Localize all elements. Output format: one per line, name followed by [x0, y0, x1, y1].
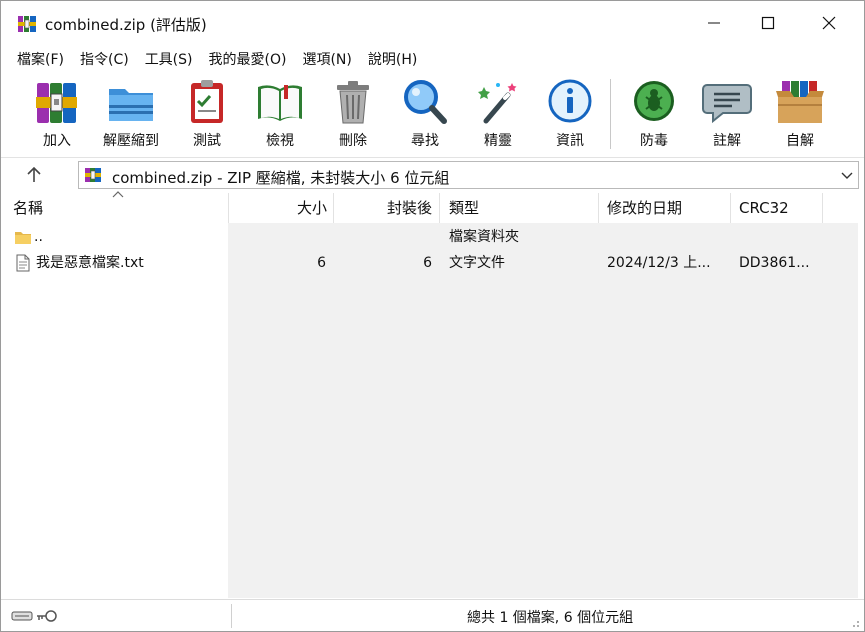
close-button[interactable]	[806, 1, 852, 45]
column-header-size[interactable]: 大小	[233, 193, 327, 223]
sfx-box-icon	[776, 81, 824, 123]
extract-to-label: 解壓縮到	[103, 133, 159, 149]
close-icon	[822, 16, 836, 30]
column-divider[interactable]	[228, 193, 229, 223]
file-name: ..	[34, 229, 43, 245]
comment-label: 註解	[713, 133, 741, 149]
name-column-background	[6, 223, 228, 598]
test-label: 測試	[193, 133, 221, 149]
text-file-icon	[16, 254, 30, 272]
minimize-button[interactable]	[691, 1, 737, 45]
view-label: 檢視	[266, 133, 294, 149]
resize-grip-icon[interactable]	[848, 616, 860, 628]
arrow-up-icon	[27, 166, 41, 182]
virus-scan-icon	[634, 81, 674, 121]
test-icon	[191, 80, 223, 123]
column-header-crc32[interactable]: CRC32	[739, 193, 789, 223]
folder-icon	[15, 232, 31, 244]
find-button[interactable]: 尋找	[389, 77, 461, 153]
status-bar: 總共 1 個檔案, 6 個位元組	[1, 599, 864, 631]
menu-commands[interactable]: 指令(C)	[72, 49, 137, 69]
file-modified: 2024/12/3 上...	[607, 255, 711, 271]
up-folder-button[interactable]	[21, 164, 47, 186]
address-row: combined.zip - ZIP 壓縮檔, 未封裝大小 6 位元組	[1, 157, 864, 191]
column-header-modified[interactable]: 修改的日期	[607, 193, 682, 223]
title-bar: combined.zip (評估版)	[1, 1, 864, 45]
toolbar-separator	[610, 79, 611, 149]
column-header-name[interactable]: 名稱	[13, 193, 43, 223]
menu-tools[interactable]: 工具(S)	[137, 49, 201, 69]
minimize-icon	[708, 22, 720, 24]
winrar-window: combined.zip (評估版) 檔案(F) 指令(C) 工具(S) 我的最…	[0, 0, 865, 632]
details-columns-background	[228, 223, 858, 598]
menu-file[interactable]: 檔案(F)	[9, 49, 72, 69]
wizard-label: 精靈	[484, 133, 512, 149]
column-divider[interactable]	[730, 193, 731, 223]
toolbar: 加入 解壓縮到 測試 檢視 刪除 尋找 精靈 資訊 防毒 註解 自解	[1, 73, 864, 155]
menu-options[interactable]: 選項(N)	[294, 49, 359, 69]
window-title: combined.zip (評估版)	[45, 16, 207, 34]
find-label: 尋找	[411, 133, 439, 149]
test-button[interactable]: 測試	[171, 77, 243, 153]
info-button[interactable]: 資訊	[534, 77, 606, 153]
list-item-file[interactable]: 我是惡意檔案.txt 6 6 文字文件 2024/12/3 上... DD386…	[6, 251, 858, 275]
column-divider[interactable]	[822, 193, 823, 223]
add-archive-icon	[36, 83, 77, 123]
menu-favorites[interactable]: 我的最愛(O)	[201, 49, 295, 69]
menu-bar: 檔案(F) 指令(C) 工具(S) 我的最愛(O) 選項(N) 說明(H)	[1, 45, 864, 73]
sort-ascending-icon	[112, 191, 124, 198]
column-divider[interactable]	[598, 193, 599, 223]
add-label: 加入	[43, 133, 71, 149]
winrar-app-icon	[18, 16, 36, 32]
status-summary: 總共 1 個檔案, 6 個位元組	[467, 610, 634, 626]
list-item-parent-folder[interactable]: .. 檔案資料夾	[6, 225, 858, 249]
magnifier-icon	[404, 80, 447, 124]
file-type: 文字文件	[449, 255, 505, 271]
delete-label: 刪除	[339, 133, 367, 149]
info-label: 資訊	[556, 133, 584, 149]
extract-to-button[interactable]: 解壓縮到	[95, 77, 167, 153]
comment-icon	[702, 84, 752, 124]
file-size: 6	[317, 255, 326, 271]
sfx-label: 自解	[786, 133, 814, 149]
file-packed-size: 6	[423, 255, 432, 271]
column-header-type[interactable]: 類型	[449, 193, 479, 223]
virus-scan-button[interactable]: 防毒	[618, 77, 690, 153]
file-type: 檔案資料夾	[449, 229, 519, 245]
address-path: combined.zip - ZIP 壓縮檔, 未封裝大小 6 位元組	[112, 169, 450, 187]
comment-button[interactable]: 註解	[691, 77, 763, 153]
status-divider	[231, 604, 232, 628]
wizard-wand-icon	[478, 83, 517, 124]
file-crc32: DD3861...	[739, 255, 810, 271]
file-name: 我是惡意檔案.txt	[36, 255, 144, 271]
zip-archive-icon	[85, 168, 101, 182]
add-button[interactable]: 加入	[21, 77, 93, 153]
info-icon	[548, 79, 592, 123]
column-divider[interactable]	[333, 193, 334, 223]
drive-key-icon	[11, 610, 57, 622]
view-book-icon	[258, 85, 302, 121]
address-bar[interactable]: combined.zip - ZIP 壓縮檔, 未封裝大小 6 位元組	[78, 161, 859, 189]
wizard-button[interactable]: 精靈	[462, 77, 534, 153]
extract-to-icon	[109, 89, 153, 121]
delete-button[interactable]: 刪除	[317, 77, 389, 153]
column-header-packed[interactable]: 封裝後	[338, 193, 432, 223]
sfx-button[interactable]: 自解	[764, 77, 836, 153]
trash-icon	[337, 81, 369, 124]
maximize-button[interactable]	[745, 1, 791, 45]
view-button[interactable]: 檢視	[244, 77, 316, 153]
column-divider[interactable]	[439, 193, 440, 223]
virus-scan-label: 防毒	[640, 133, 668, 149]
maximize-icon	[761, 16, 775, 30]
menu-help[interactable]: 說明(H)	[360, 49, 425, 69]
chevron-down-icon[interactable]	[840, 168, 854, 182]
